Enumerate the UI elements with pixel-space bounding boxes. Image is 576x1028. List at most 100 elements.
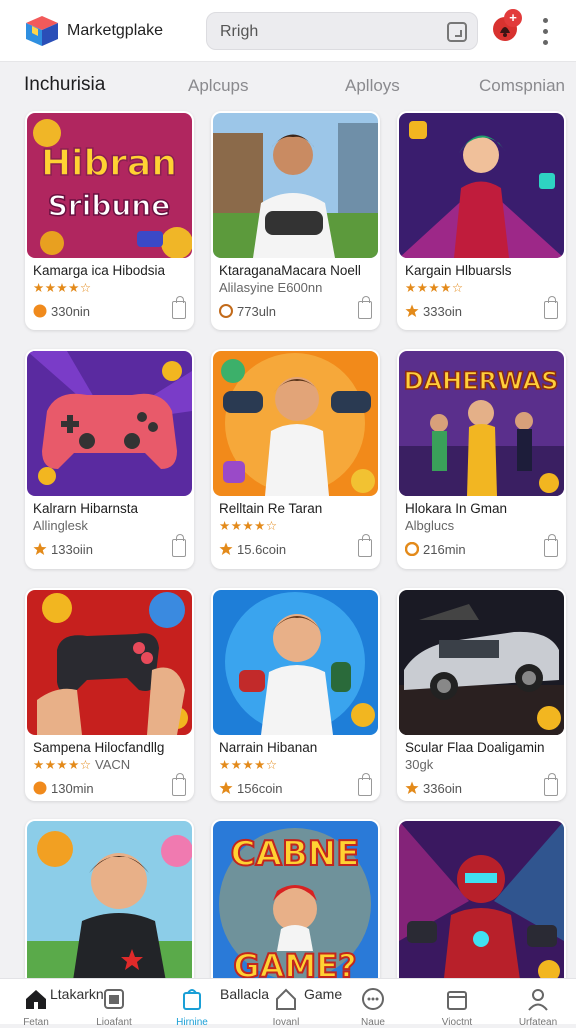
product-image[interactable]: [213, 351, 378, 496]
product-title: Hlokara In Gman: [405, 501, 508, 516]
product-price: 15.6coin: [237, 542, 287, 557]
add-to-bag-icon[interactable]: [172, 534, 186, 557]
rating-stars: ★★★★☆: [405, 281, 464, 295]
game-art-image: [213, 113, 378, 258]
person-icon: [528, 989, 548, 1011]
product-image[interactable]: [399, 821, 564, 987]
product-card[interactable]: [397, 819, 566, 989]
product-price: 330nin: [51, 304, 91, 319]
product-title: Kargain Hlbuarsls: [405, 263, 512, 278]
game-art-image: [27, 351, 192, 496]
product-title: Kalrarn Hibarnsta: [33, 501, 139, 516]
game-art-image: [399, 590, 564, 735]
product-price: 133oiin: [51, 542, 93, 557]
bag-icon: [183, 989, 201, 1010]
product-subtitle: Albglucs: [405, 518, 455, 533]
add-to-bag-icon[interactable]: [544, 773, 558, 796]
rating-stars: ★★★★☆: [219, 758, 278, 772]
product-card[interactable]: Hibran Sribune Kamarga ica Hibodsia ★★★★…: [25, 111, 194, 330]
tab-inchurisia[interactable]: Inchurisia: [24, 74, 105, 96]
product-price: 156coin: [237, 781, 283, 796]
tab-comspnian[interactable]: Comspnian: [479, 76, 565, 96]
coin-icon: [405, 542, 419, 556]
star-icon: [405, 781, 419, 794]
game-art-image: Hibran Sribune: [27, 113, 192, 258]
product-image[interactable]: DAHERWAS: [399, 351, 564, 496]
game-art-image: [399, 821, 564, 987]
art-title-line1: Hibran: [41, 143, 177, 184]
coin-icon: [219, 304, 233, 318]
star-icon: [33, 542, 47, 555]
star-icon: [219, 781, 233, 794]
game-art-image: DAHERWAS: [399, 351, 564, 496]
tab-aplcups[interactable]: Aplcups: [188, 76, 248, 96]
product-card[interactable]: [25, 819, 194, 989]
product-price: 216min: [423, 542, 466, 557]
add-to-bag-icon[interactable]: [172, 296, 186, 319]
product-card[interactable]: CABNE GAME?: [211, 819, 380, 989]
search-input[interactable]: Rrigh: [220, 23, 258, 41]
coin-icon: [33, 781, 47, 795]
nav-label: Iovanl: [272, 1017, 300, 1028]
nav-overlay-text: Game: [304, 986, 343, 1002]
product-image[interactable]: [27, 590, 192, 735]
product-image[interactable]: [27, 821, 192, 987]
art-title-line1: CABNE: [231, 834, 360, 874]
add-to-bag-icon[interactable]: [172, 773, 186, 796]
product-card[interactable]: KtaraganaMacara Noell Alilasyine E600nn …: [211, 111, 380, 330]
product-subtitle: 30gk: [405, 757, 434, 772]
game-art-image: [213, 351, 378, 496]
search-box[interactable]: Rrigh: [206, 12, 478, 50]
bottom-navigation: Fetan Lioafant Hirnine Iovanl Naue Vioct…: [0, 978, 576, 1028]
product-card[interactable]: DAHERWAS Hlokara In Gman Albglucs 216min: [397, 349, 566, 569]
game-art-image: [213, 590, 378, 735]
product-image[interactable]: CABNE GAME?: [213, 821, 378, 987]
product-image[interactable]: [399, 590, 564, 735]
chat-icon: [362, 988, 384, 1010]
more-menu-icon[interactable]: [538, 18, 552, 45]
nav-label: Hirnine: [176, 1017, 208, 1028]
product-price: 773uln: [237, 304, 277, 319]
product-price: 333oin: [423, 304, 463, 319]
add-to-bag-icon[interactable]: [544, 534, 558, 557]
nav-label: Vioctnt: [441, 1017, 473, 1028]
coin-icon: [33, 304, 47, 318]
product-image[interactable]: [213, 113, 378, 258]
product-image[interactable]: Hibran Sribune: [27, 113, 192, 258]
add-to-bag-icon[interactable]: [358, 534, 372, 557]
product-card[interactable]: Kalrarn Hibarnsta Allinglesk 133oiin: [25, 349, 194, 569]
product-image[interactable]: [213, 590, 378, 735]
product-title: Narrain Hibanan: [219, 740, 318, 755]
add-to-bag-icon[interactable]: [358, 773, 372, 796]
nav-item-naue[interactable]: Naue: [343, 983, 403, 1028]
add-to-bag-icon[interactable]: [544, 296, 558, 319]
nav-item-hirnine[interactable]: Hirnine: [162, 983, 222, 1028]
product-card[interactable]: Narrain Hibanan ★★★★☆ 156coin: [211, 588, 380, 801]
product-card[interactable]: Relltain Re Taran ★★★★☆ 15.6coin: [211, 349, 380, 569]
nav-label: Naue: [361, 1017, 385, 1028]
product-image[interactable]: [399, 113, 564, 258]
store-logo-icon[interactable]: [24, 14, 60, 48]
nav-item-urfatean[interactable]: Urfatean: [508, 983, 568, 1028]
product-subtitle: VACN: [95, 757, 131, 772]
star-icon: [219, 542, 233, 555]
product-price: 336oin: [423, 781, 463, 796]
product-card[interactable]: Scular Flaa Doaligamin 30gk 336oin: [397, 588, 566, 801]
product-card[interactable]: Sampena Hilocfandllg ★★★★☆ VACN 130min: [25, 588, 194, 801]
product-card[interactable]: Kargain Hlbuarsls ★★★★☆ 333oin: [397, 111, 566, 330]
product-subtitle: Alilasyine E600nn: [219, 280, 323, 295]
game-art-image: CABNE GAME?: [213, 821, 378, 987]
product-image[interactable]: [27, 351, 192, 496]
box-icon: [447, 991, 467, 1010]
rating-stars: ★★★★☆: [33, 281, 92, 295]
top-bar: Marketgplake Rrigh +: [0, 0, 576, 62]
add-to-bag-icon[interactable]: [358, 296, 372, 319]
art-title: DAHERWAS: [404, 367, 559, 395]
brand-name: Marketgplake: [67, 22, 164, 39]
product-title: Kamarga ica Hibodsia: [33, 263, 166, 278]
product-title: Sampena Hilocfandllg: [33, 740, 165, 755]
nav-label: Lioafant: [96, 1017, 132, 1028]
scan-icon[interactable]: [447, 22, 467, 42]
nav-item-vioctnt[interactable]: Vioctnt: [427, 983, 487, 1028]
tab-aplloys[interactable]: Aplloys: [345, 76, 400, 96]
